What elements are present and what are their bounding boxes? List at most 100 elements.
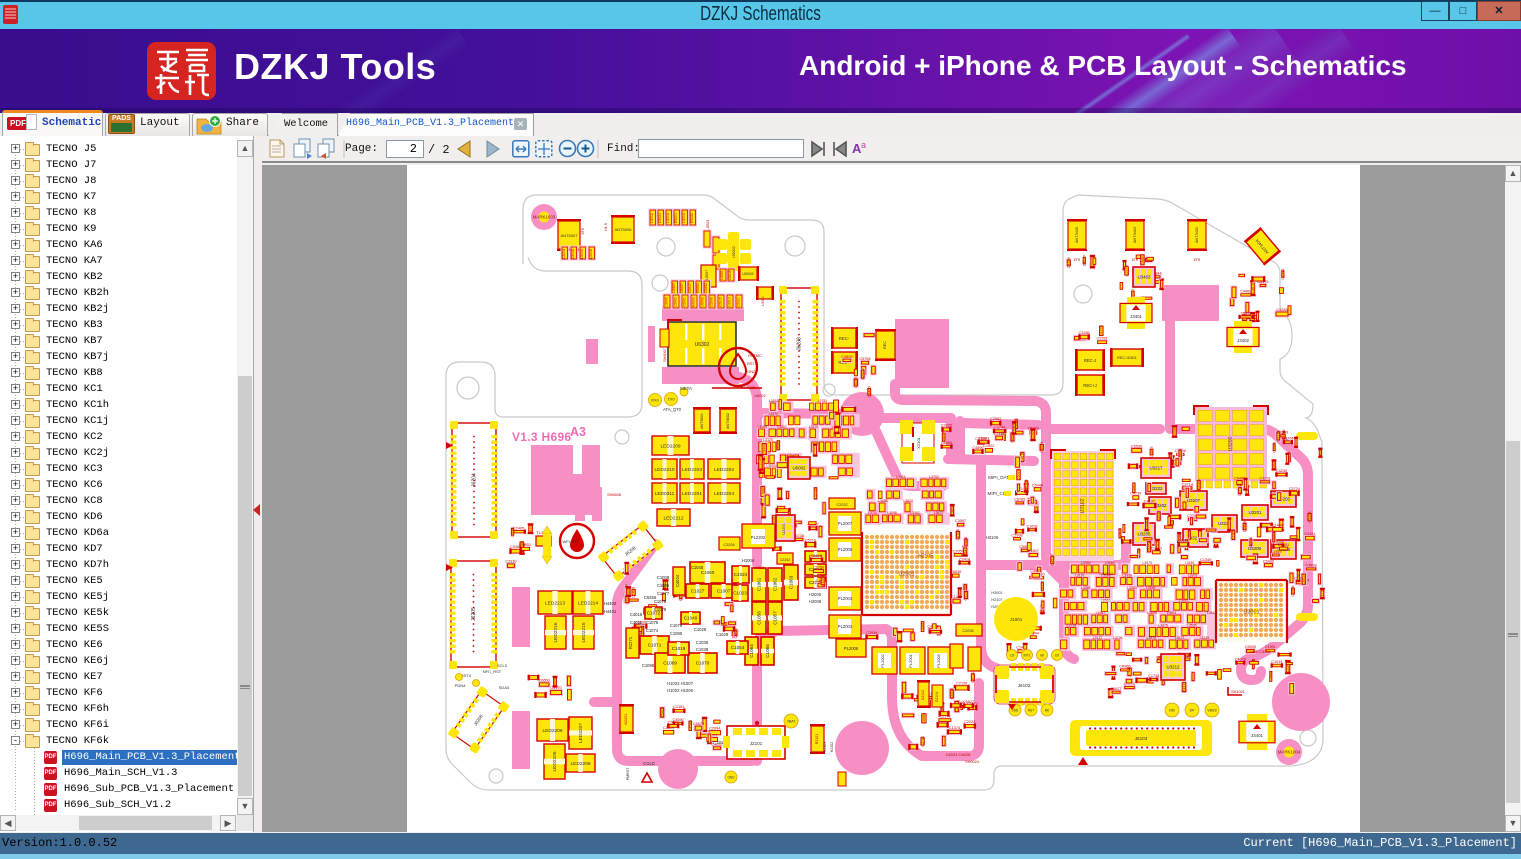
svg-text:L3622: L3622 <box>903 499 913 503</box>
svg-text:U6302: U6302 <box>695 342 710 348</box>
svg-text:C3350: C3350 <box>821 575 825 586</box>
svg-text:C6993: C6993 <box>553 676 557 687</box>
svg-text:L5008: L5008 <box>589 249 593 259</box>
svg-text:C6765: C6765 <box>1014 498 1025 502</box>
svg-text:L5024: L5024 <box>761 296 765 305</box>
svg-text:NFC_RST: NFC_RST <box>483 669 502 674</box>
svg-text:J6103: J6103 <box>1135 736 1148 741</box>
svg-text:C5001: C5001 <box>683 297 687 307</box>
svg-text:INT1: INT1 <box>1024 654 1031 658</box>
svg-text:L3270: L3270 <box>769 412 779 416</box>
svg-text:C1075: C1075 <box>646 620 659 625</box>
svg-text:C4155: C4155 <box>854 377 858 388</box>
svg-text:L3181: L3181 <box>1185 561 1195 565</box>
svg-text:PMRST: PMRST <box>626 767 630 780</box>
svg-text:C1095: C1095 <box>642 663 655 668</box>
svg-text:C6033 C6028: C6033 C6028 <box>946 752 971 757</box>
svg-text:C3834: C3834 <box>950 505 954 516</box>
svg-text:H2106: H2106 <box>986 535 999 540</box>
svg-text:J1001: J1001 <box>1010 617 1023 622</box>
svg-text:C3702: C3702 <box>921 736 925 747</box>
svg-text:V1.3 H696: V1.3 H696 <box>512 430 571 444</box>
svg-text:L3235: L3235 <box>1200 636 1210 640</box>
svg-text:C4602: C4602 <box>921 621 925 632</box>
svg-text:C1693: C1693 <box>1026 525 1037 529</box>
svg-text:C5646: C5646 <box>950 570 961 574</box>
svg-text:C2057: C2057 <box>953 549 964 553</box>
svg-text:L3991: L3991 <box>1167 611 1177 615</box>
svg-text:H2103: H2103 <box>823 742 827 753</box>
svg-text:PL2004: PL2004 <box>838 596 853 601</box>
svg-text:C4075: C4075 <box>1235 657 1246 661</box>
svg-text:C3460: C3460 <box>867 386 871 397</box>
svg-text:L3043: L3043 <box>1147 611 1157 615</box>
svg-text:U5002: U5002 <box>731 245 736 258</box>
svg-text:L3987: L3987 <box>1096 611 1106 615</box>
svg-text:H1002 H1006: H1002 H1006 <box>667 688 694 693</box>
svg-text:J3401: J3401 <box>1251 733 1264 738</box>
svg-text:L3098: L3098 <box>887 511 897 515</box>
svg-text:C1045: C1045 <box>691 565 704 570</box>
svg-text:J6102: J6102 <box>1018 683 1031 688</box>
svg-text:VDD: VDD <box>1012 709 1019 713</box>
svg-text:C1069: C1069 <box>663 661 677 666</box>
svg-text:C3008 C3005: C3008 C3005 <box>1246 649 1271 654</box>
svg-text:L3137: L3137 <box>1093 636 1103 640</box>
svg-text:C5003: C5003 <box>674 297 678 307</box>
svg-text:C6650: C6650 <box>539 679 550 683</box>
svg-text:H035: H035 <box>755 566 764 570</box>
svg-text:L5012: L5012 <box>650 213 654 223</box>
svg-text:C2816: C2816 <box>1118 528 1122 539</box>
svg-text:C1080: C1080 <box>670 631 683 636</box>
svg-text:SH4002: SH4002 <box>1099 572 1113 576</box>
svg-text:C5530: C5530 <box>1131 444 1142 448</box>
svg-text:C6384: C6384 <box>1025 479 1029 490</box>
svg-text:C3044: C3044 <box>1269 671 1273 682</box>
svg-text:C4975: C4975 <box>1030 569 1041 573</box>
svg-text:PL2003: PL2003 <box>838 624 853 629</box>
svg-text:C3330: C3330 <box>505 560 516 564</box>
svg-text:C5453: C5453 <box>1308 511 1312 522</box>
svg-text:C1008: C1008 <box>657 575 670 580</box>
svg-text:C2151: C2151 <box>994 432 1005 436</box>
svg-text:C1064: C1064 <box>749 644 754 658</box>
svg-text:X2101: X2101 <box>916 436 921 448</box>
svg-text:PL2008: PL2008 <box>844 646 859 651</box>
svg-text:D2104: D2104 <box>935 692 939 702</box>
svg-text:REC-: REC- <box>839 336 850 341</box>
svg-text:C3714: C3714 <box>1182 483 1193 487</box>
svg-text:ANT5006: ANT5006 <box>615 227 633 232</box>
svg-text:REC-GND1: REC-GND1 <box>1117 356 1137 360</box>
svg-text:U3403: U3403 <box>1138 275 1151 280</box>
svg-text:C1063: C1063 <box>789 575 794 589</box>
svg-text:R2271: R2271 <box>628 636 633 649</box>
svg-text:CS: CS <box>1010 654 1014 658</box>
svg-text:J3401: J3401 <box>1130 314 1143 319</box>
svg-text:L3424: L3424 <box>896 475 906 479</box>
svg-text:C1019: C1019 <box>672 646 686 651</box>
svg-text:C1071: C1071 <box>648 643 662 648</box>
svg-text:LED2210: LED2210 <box>654 467 674 473</box>
svg-text:C2813: C2813 <box>1132 482 1136 493</box>
svg-text:SH1001: SH1001 <box>1231 690 1245 694</box>
svg-text:BAT_ON: BAT_ON <box>707 740 723 745</box>
svg-text:C2036: C2036 <box>962 629 973 633</box>
svg-text:C2820: C2820 <box>1272 459 1276 470</box>
svg-text:LED2207: LED2207 <box>578 723 584 743</box>
svg-text:C1060: C1060 <box>701 570 715 575</box>
svg-text:LED2215: LED2215 <box>581 622 587 642</box>
svg-text:C6852: C6852 <box>1178 539 1189 543</box>
svg-text:C2414: C2414 <box>959 557 970 561</box>
svg-text:C4896: C4896 <box>972 446 983 450</box>
svg-text:J3402: J3402 <box>1237 338 1250 343</box>
svg-text:L3535: L3535 <box>1187 624 1197 628</box>
svg-text:C1040: C1040 <box>684 616 698 621</box>
svg-text:REC-J: REC-J <box>1084 358 1096 363</box>
svg-text:C4679: C4679 <box>1083 255 1087 266</box>
svg-text:C1005: C1005 <box>657 583 670 588</box>
svg-text:C4986: C4986 <box>1291 585 1295 596</box>
svg-text:C5490: C5490 <box>1263 559 1274 563</box>
svg-text:C1744: C1744 <box>1238 485 1242 496</box>
svg-text:L3979: L3979 <box>1142 561 1152 565</box>
svg-text:U2001: U2001 <box>898 572 914 578</box>
